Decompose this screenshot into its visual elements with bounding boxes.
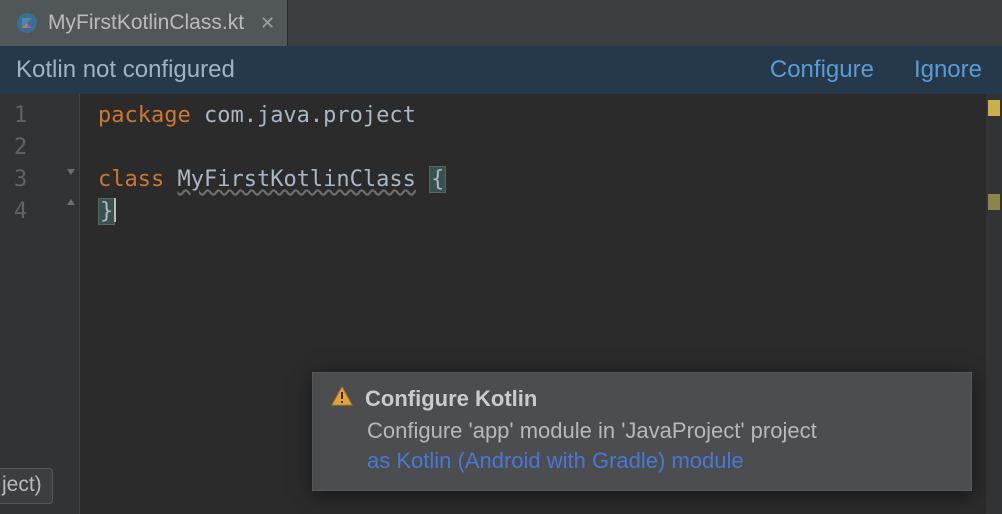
code-line xyxy=(98,132,986,164)
intention-tooltip[interactable]: Configure Kotlin Configure 'app' module … xyxy=(312,372,972,491)
text-caret xyxy=(114,198,116,222)
keyword-class: class xyxy=(98,167,164,192)
ignore-link[interactable]: Ignore xyxy=(914,56,982,84)
kotlin-file-icon xyxy=(16,12,38,34)
brace-open: { xyxy=(429,166,446,193)
code-line: class MyFirstKotlinClass { xyxy=(98,164,986,196)
line-number-gutter: 1 2 3 4 xyxy=(0,94,80,514)
code-line: } xyxy=(98,196,986,228)
class-name: MyFirstKotlinClass xyxy=(177,167,415,192)
fold-start-icon[interactable] xyxy=(65,166,77,178)
inspection-stripe[interactable] xyxy=(986,94,1002,514)
close-icon[interactable]: ✕ xyxy=(260,13,275,34)
kotlin-not-configured-banner: Kotlin not configured Configure Ignore xyxy=(0,46,1002,94)
code-line: package com.java.project xyxy=(98,100,986,132)
truncated-panel-label: ject) xyxy=(0,468,53,504)
tooltip-description: Configure 'app' module in 'JavaProject' … xyxy=(367,418,817,443)
editor-tab[interactable]: MyFirstKotlinClass.kt ✕ xyxy=(0,0,288,46)
tab-bar: MyFirstKotlinClass.kt ✕ xyxy=(0,0,1002,46)
brace-close: } xyxy=(98,198,115,225)
tooltip-action-link[interactable]: as Kotlin (Android with Gradle) module xyxy=(367,448,744,473)
package-name: com.java.project xyxy=(191,103,416,128)
keyword-package: package xyxy=(98,103,191,128)
fold-end-icon[interactable] xyxy=(65,196,77,208)
tooltip-title: Configure Kotlin xyxy=(365,386,537,412)
banner-message: Kotlin not configured xyxy=(16,56,235,84)
weak-warning-marker[interactable] xyxy=(988,194,1000,210)
configure-link[interactable]: Configure xyxy=(770,56,874,84)
tab-filename: MyFirstKotlinClass.kt xyxy=(48,11,244,35)
warning-marker[interactable] xyxy=(988,100,1000,116)
warning-triangle-icon xyxy=(331,385,353,412)
